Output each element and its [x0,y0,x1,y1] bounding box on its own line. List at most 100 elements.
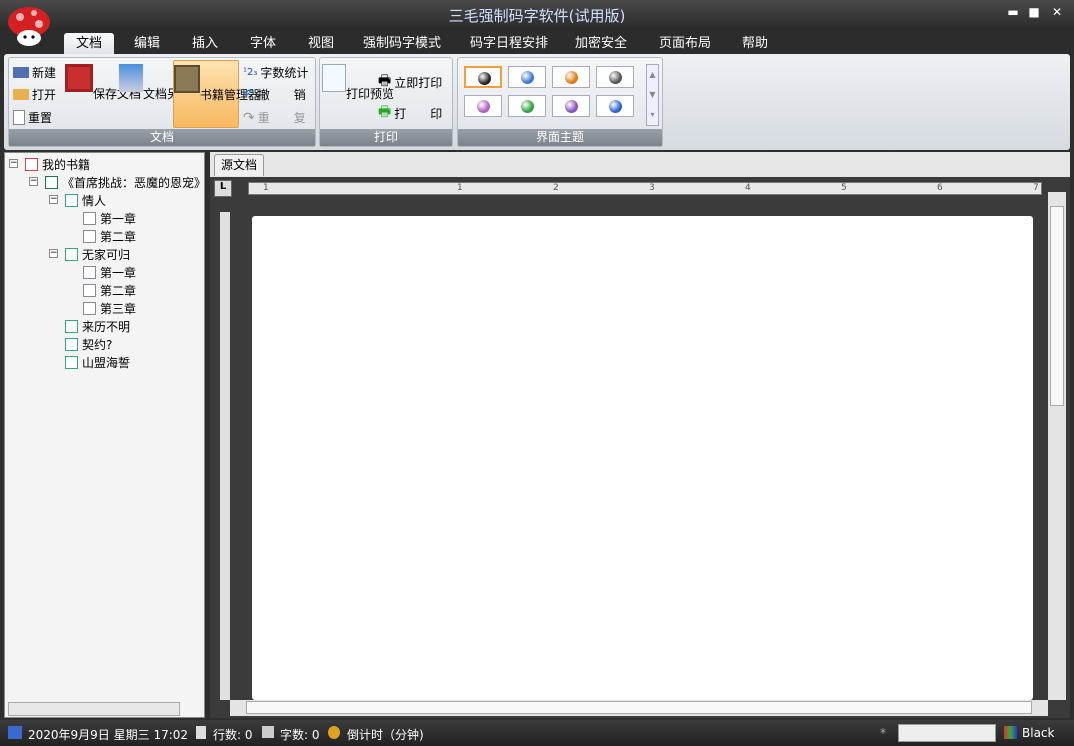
countdown-marker: * [880,726,886,740]
tab-forced-mode[interactable]: 强制码字模式 [358,33,446,54]
node-label: 山盟海誓 [82,356,131,370]
window-title: 三毛强制码字软件(试用版) [448,7,626,25]
theme-swatch[interactable] [464,66,502,88]
book-manager-button[interactable]: 书籍管理器 [173,60,260,128]
document-area: 源文档 L 1 1 2 3 4 5 6 7 [210,152,1070,718]
tree-chapter[interactable]: 第二章 [83,282,136,299]
cabinet-icon [174,65,200,93]
tree-node-icon [65,338,78,351]
theme-name[interactable]: Black [1022,726,1054,740]
theme-orb-icon [565,100,578,113]
tree-chapter[interactable]: 第一章 [83,264,136,281]
tree-node-icon [65,248,78,261]
ruler-tick-label: 3 [649,183,655,193]
tree-chapter[interactable]: 第三章 [83,300,136,317]
print-preview-button[interactable]: 打印预览 [322,62,394,102]
theme-swatch[interactable] [552,95,590,117]
tab-encryption[interactable]: 加密安全 [570,33,632,54]
redo-icon: ↷ [243,109,255,126]
tree-section[interactable]: 无家可归 [65,246,130,263]
print-group: 打印预览 🖶 立即打印 🖶 打 印 打印 [319,57,453,147]
theme-swatch[interactable] [596,66,634,88]
maximize-button[interactable]: ■ [1025,5,1043,19]
open-button[interactable]: 打开 [13,86,56,103]
document-tabs: 源文档 [210,152,1070,177]
save-button[interactable]: 保存文档 [65,62,141,102]
tab-font[interactable]: 字体 [242,33,284,54]
tab-view[interactable]: 视图 [300,33,342,54]
tree-section[interactable]: 山盟海誓 [65,354,130,371]
tab-schedule[interactable]: 码字日程安排 [464,33,554,54]
theme-group: ▲ ▼ ▾ 界面主题 [457,57,663,147]
tree-section[interactable]: 情人 [65,192,106,209]
color-palette-icon [1004,726,1017,739]
horizontal-ruler[interactable]: 1 1 2 3 4 5 6 7 [248,182,1042,195]
theme-orb-icon [521,100,534,113]
tree-chapter[interactable]: 第一章 [83,210,136,227]
tree-node-icon [65,320,78,333]
horizontal-scrollbar[interactable] [230,700,1048,716]
tree-horizontal-scrollbar[interactable] [8,702,180,716]
theme-swatch[interactable] [508,66,546,88]
print-now-button[interactable]: 🖶 立即打印 [378,70,442,94]
app-logo-mushroom-icon[interactable] [6,4,52,48]
ruler-tick-label: 2 [553,183,559,193]
theme-swatch[interactable] [464,95,502,117]
tree-node-icon [25,158,38,171]
datetime: 2020年9月9日 星期三 17:02 [28,728,189,742]
page-icon [196,726,206,739]
vertical-ruler [220,212,230,700]
collapse-toggle[interactable]: − [29,177,38,186]
theme-swatch[interactable] [596,95,634,117]
rtf-icon [13,67,29,78]
tab-page-layout[interactable]: 页面布局 [652,33,718,54]
collapse-toggle[interactable]: − [49,195,58,204]
document-page[interactable] [252,216,1033,700]
tab-document[interactable]: 文档 [64,33,114,54]
chapter-doc-icon [83,284,96,297]
save-as-button[interactable]: 文档另存 [119,62,191,102]
word-count-button[interactable]: ¹2₃ 字数统计 [243,64,308,81]
theme-orb-icon [478,72,491,85]
collapse-toggle[interactable]: − [9,159,18,168]
collapse-toggle[interactable]: − [49,249,58,258]
blank-page-icon [13,110,25,125]
tree-section[interactable]: 契约? [65,336,112,353]
book-tree-panel: 我的书籍 − 《首席挑战：恶魔的恩宠》 − 情人 − 第一章 第二章 无家可归 − 第一章 第二章 第三… [4,152,206,718]
undo-icon: ↶ [243,86,255,103]
redo-button[interactable]: ↷ 重 复 [243,109,306,126]
tab-source-document[interactable]: 源文档 [214,154,264,176]
tree-book[interactable]: 《首席挑战：恶魔的恩宠》 [45,174,206,191]
tab-insert[interactable]: 插入 [184,33,226,54]
theme-gallery-scroll[interactable]: ▲ ▼ ▾ [646,64,659,126]
print-group-label: 打印 [320,129,452,146]
countdown-label[interactable]: 倒计时（分钟) [347,726,424,743]
node-label: 情人 [82,194,107,208]
ruler-tick-label: 4 [745,183,751,193]
node-label: 《首席挑战：恶魔的恩宠》 [62,176,207,190]
chapter-doc-icon [83,212,96,225]
theme-orb-icon [565,71,578,84]
floppy-save-icon [65,64,93,92]
undo-button[interactable]: ↶ 撤 销 [243,86,306,103]
reset-button[interactable]: 重置 [13,109,52,126]
tree-section[interactable]: 来历不明 [65,318,130,335]
vertical-scrollbar[interactable] [1048,192,1066,700]
print-button[interactable]: 🖶 打 印 [378,101,442,125]
tab-stop-selector[interactable]: L [214,180,232,197]
minimize-button[interactable]: ▬ [1004,5,1022,19]
tree-root[interactable]: 我的书籍 [25,156,90,173]
theme-swatch[interactable] [552,66,590,88]
ribbon: 新建 打开 重置 保存文档 文档另存 书籍管理器 ¹2₃ 字数统计 ↶ 撤 销 ↷ 重… [4,54,1070,150]
new-button[interactable]: 新建 [13,64,56,81]
countdown-input[interactable] [898,724,996,742]
ribbon-tabs: 文档 编辑 插入 字体 视图 强制码字模式 码字日程安排 加密安全 页面布局 帮… [0,30,1074,54]
tab-help[interactable]: 帮助 [734,33,776,54]
close-button[interactable]: ✕ [1048,5,1066,19]
theme-orb-icon [609,71,622,84]
tree-chapter[interactable]: 第二章 [83,228,136,245]
ruler-tick-label: 7 [1033,183,1039,193]
theme-swatch[interactable] [508,95,546,117]
chapter-doc-icon [83,266,96,279]
tab-edit[interactable]: 编辑 [126,33,168,54]
